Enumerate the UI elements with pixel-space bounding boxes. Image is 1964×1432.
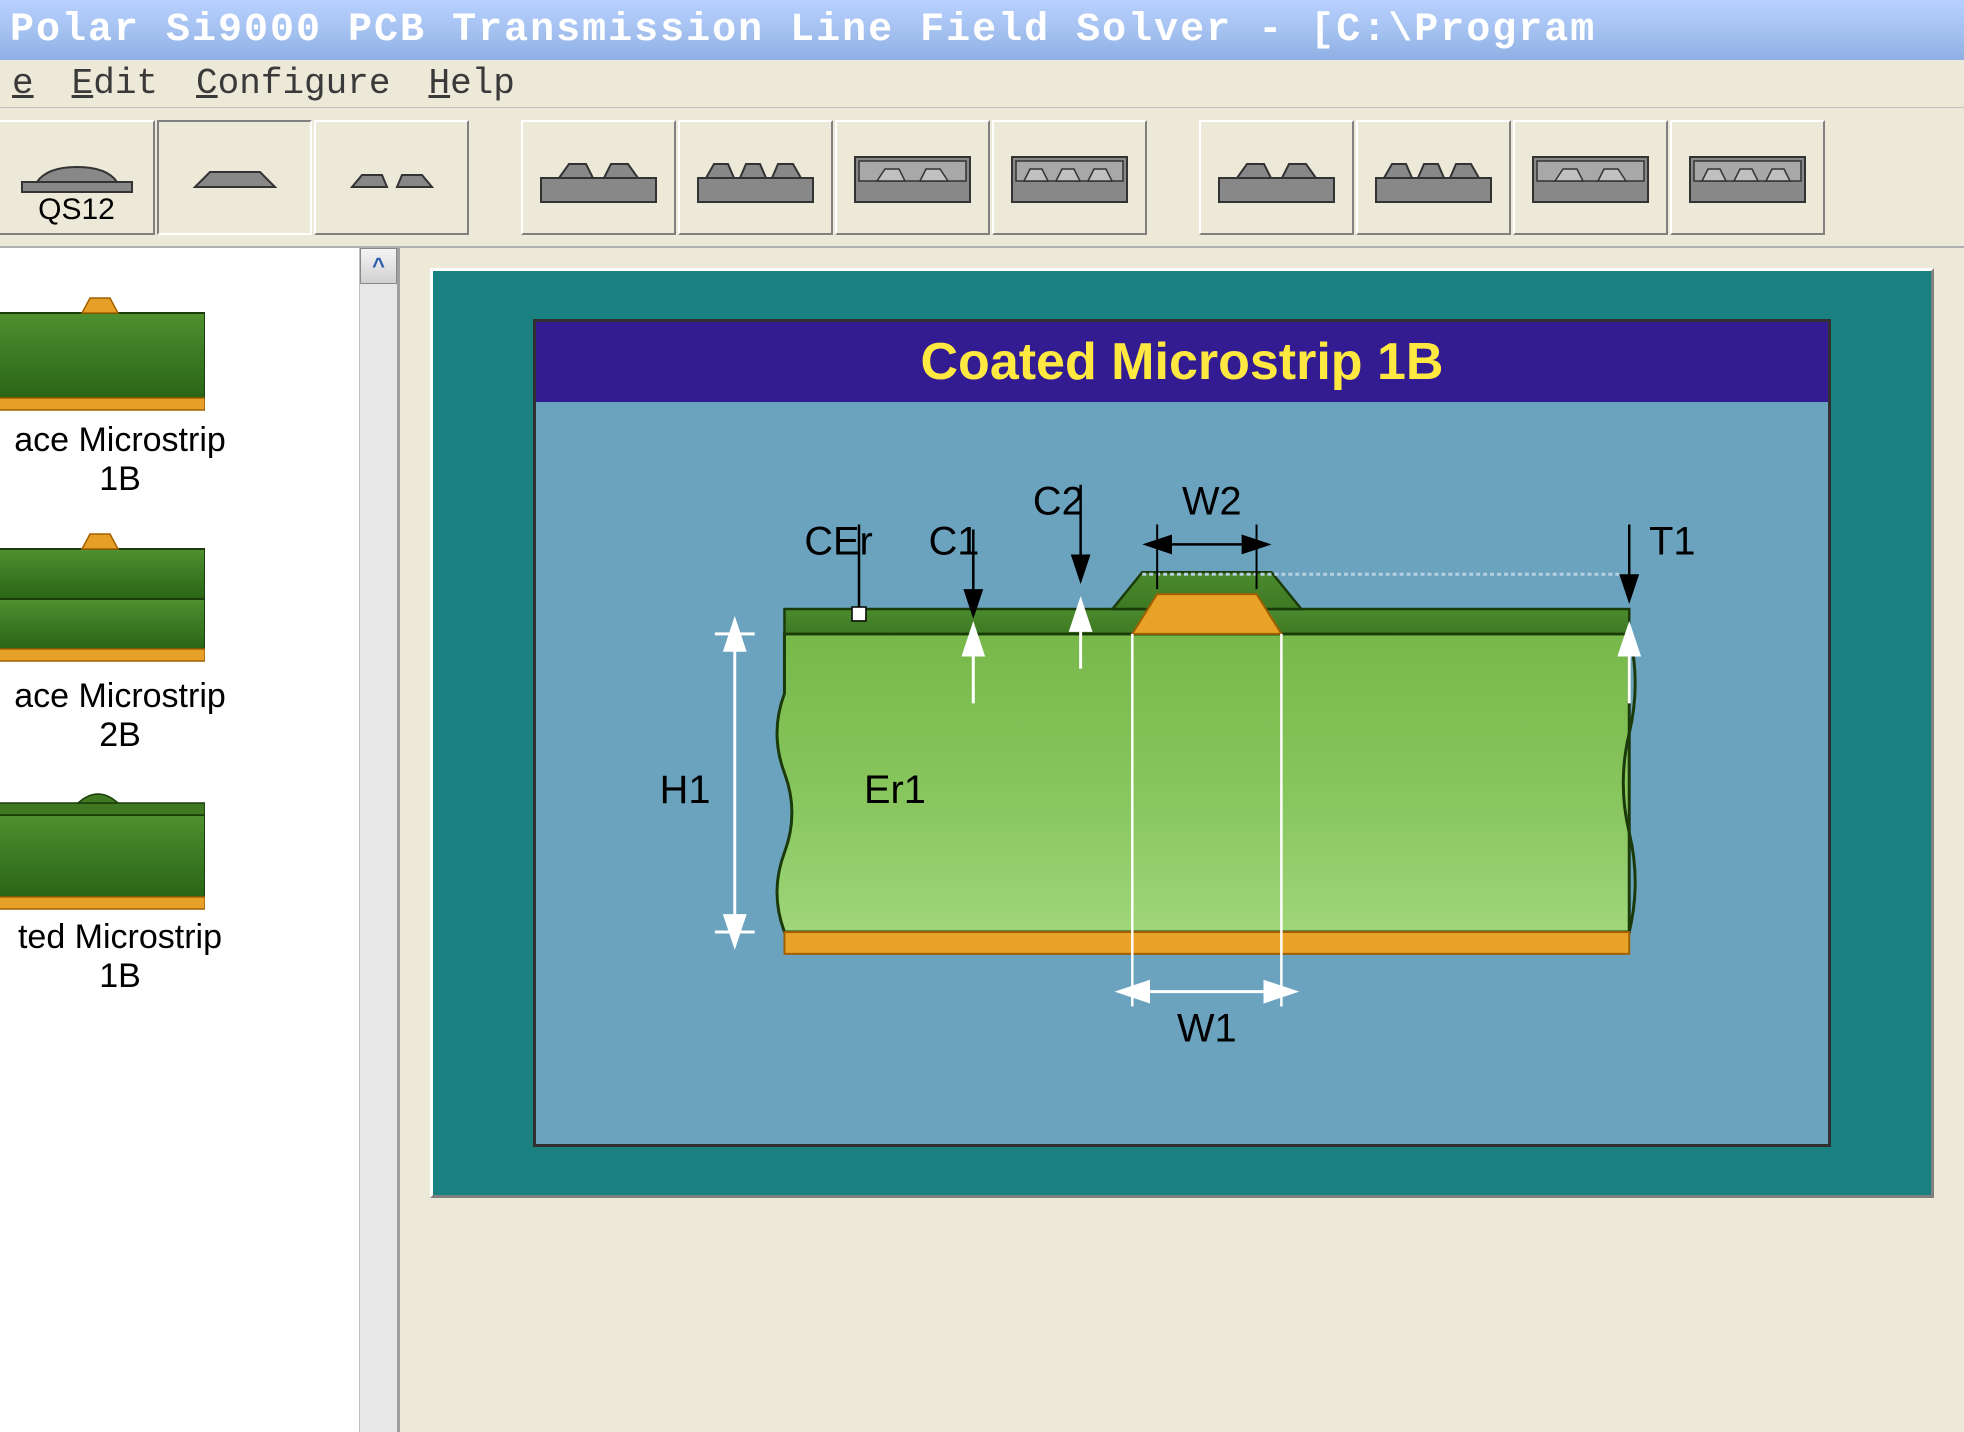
coated-microstrip-1b-icon [0, 775, 205, 910]
file-menu-fragment[interactable]: e [8, 61, 38, 106]
sidebar-item-surface-microstrip-2b[interactable]: ace Microstrip2B [0, 509, 397, 765]
sidebar-item-surface-microstrip-1b[interactable]: ace Microstrip1B [0, 268, 397, 509]
toolbar-qs12-button[interactable]: QS12 [0, 120, 155, 235]
microstrip-single-wide-icon [170, 147, 300, 207]
label-t1: T1 [1649, 519, 1695, 563]
toolbar-coplanar-button-2[interactable] [1199, 120, 1354, 235]
toolbar-embedded-multi-button-2[interactable] [1670, 120, 1825, 235]
sidebar-item-coated-microstrip-1b[interactable]: ted Microstrip1B [0, 765, 397, 1006]
embedded-icon [1523, 142, 1658, 212]
coplanar-multi-icon [688, 142, 823, 212]
toolbar-embedded-button-2[interactable] [1513, 120, 1668, 235]
sidebar-scrollbar[interactable]: ^ [359, 248, 397, 1432]
toolbar: QS12 [0, 108, 1964, 248]
coplanar-multi-icon [1366, 142, 1501, 212]
sidebar-item-label: ted Microstrip1B [0, 918, 250, 996]
edit-menu[interactable]: Edit [68, 61, 162, 106]
embedded-multi-icon [1680, 142, 1815, 212]
surface-microstrip-2b-icon [0, 519, 205, 669]
coplanar-icon [531, 142, 666, 212]
toolbar-qs12-label: QS12 [38, 193, 115, 227]
toolbar-embedded-button[interactable] [835, 120, 990, 235]
toolbar-single-wide-button[interactable] [157, 120, 312, 235]
embedded-multi-icon [1002, 142, 1137, 212]
toolbar-coplanar-button[interactable] [521, 120, 676, 235]
diagram-frame: Coated Microstrip 1B [430, 268, 1934, 1198]
main-panel: Coated Microstrip 1B [400, 248, 1964, 1432]
label-w2: W2 [1182, 480, 1242, 524]
surface-microstrip-1b-icon [0, 278, 205, 413]
label-cer: CEr [804, 519, 872, 563]
coplanar-icon [1209, 142, 1344, 212]
menubar: e Edit Configure Help [0, 60, 1964, 108]
label-c1: C1 [929, 519, 980, 563]
label-h1: H1 [660, 768, 711, 812]
toolbar-coplanar-multi-button-2[interactable] [1356, 120, 1511, 235]
embedded-icon [845, 142, 980, 212]
microstrip-diff-pair-icon [327, 147, 457, 207]
configure-menu[interactable]: Configure [192, 61, 394, 106]
toolbar-diff-pair-button[interactable] [314, 120, 469, 235]
toolbar-coplanar-multi-button[interactable] [678, 120, 833, 235]
diagram-svg: H1 Er1 CEr C1 C2 [536, 402, 1828, 1144]
diagram-canvas: Coated Microstrip 1B [533, 319, 1831, 1147]
titlebar: Polar Si9000 PCB Transmission Line Field… [0, 0, 1964, 60]
help-menu[interactable]: Help [424, 61, 518, 106]
sidebar-list: ace Microstrip1B ace Microstrip2B [0, 248, 397, 1432]
label-w1: W1 [1177, 1006, 1237, 1050]
sidebar-item-label: ace Microstrip1B [0, 421, 250, 499]
diagram: H1 Er1 CEr C1 C2 [536, 402, 1828, 1144]
body-area: ace Microstrip1B ace Microstrip2B [0, 248, 1964, 1432]
window-title: Polar Si9000 PCB Transmission Line Field… [10, 8, 1596, 53]
sidebar: ace Microstrip1B ace Microstrip2B [0, 248, 400, 1432]
diagram-title: Coated Microstrip 1B [536, 322, 1828, 402]
label-c2: C2 [1033, 480, 1084, 524]
scroll-up-icon[interactable]: ^ [360, 248, 397, 284]
sidebar-item-label: ace Microstrip2B [0, 677, 250, 755]
toolbar-embedded-multi-button[interactable] [992, 120, 1147, 235]
label-er1: Er1 [864, 768, 926, 812]
